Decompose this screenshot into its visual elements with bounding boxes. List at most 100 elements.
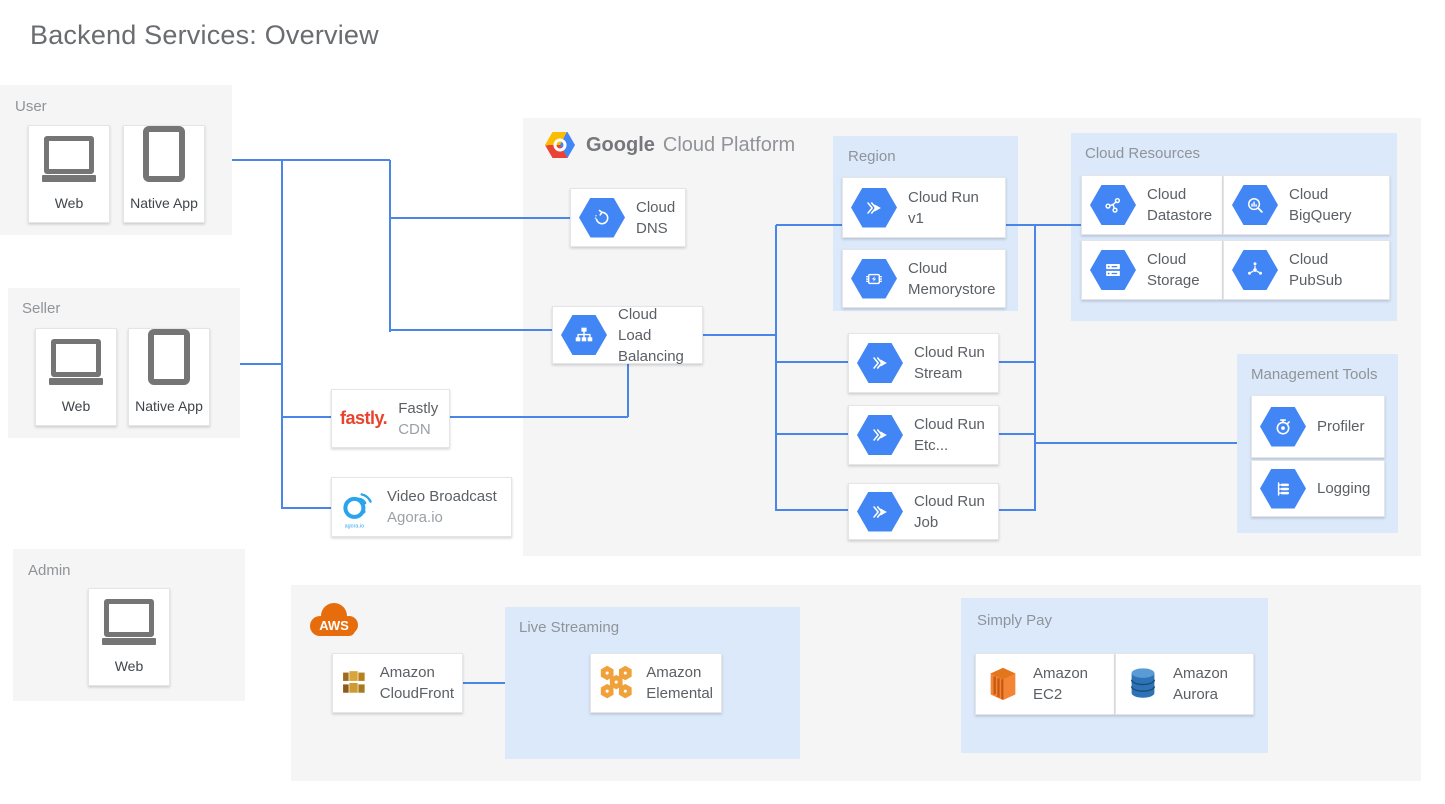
node-label-line1: Cloud bbox=[1147, 184, 1212, 205]
node-admin-web[interactable]: Web bbox=[88, 588, 170, 686]
node-cloud-load-balancing[interactable]: Cloud Load Balancing bbox=[552, 306, 703, 364]
svg-text:agora.io: agora.io bbox=[345, 524, 364, 530]
panel-seller-label: Seller bbox=[22, 300, 60, 317]
node-label-line1: Cloud Load bbox=[618, 304, 694, 346]
node-label-line2: EC2 bbox=[1033, 684, 1088, 705]
node-label: Native App bbox=[135, 398, 203, 414]
panel-region-label: Region bbox=[848, 148, 896, 165]
node-cloud-run-v1[interactable]: Cloud Run v1 bbox=[842, 177, 1006, 238]
node-cloud-pubsub[interactable]: Cloud PubSub bbox=[1223, 240, 1390, 300]
node-cloud-memorystore[interactable]: Cloud Memorystore bbox=[842, 249, 1006, 308]
amazon-aurora-icon bbox=[1124, 665, 1162, 703]
node-label-line1: Cloud Run bbox=[914, 491, 985, 512]
gcp-brand-light: Cloud Platform bbox=[663, 134, 795, 157]
gcp-brand: Google Cloud Platform bbox=[545, 132, 795, 158]
node-amazon-aurora[interactable]: Amazon Aurora bbox=[1115, 653, 1254, 715]
connector-run-left-vertical bbox=[775, 225, 777, 511]
connector-seller-junction bbox=[240, 363, 282, 365]
amazon-cloudfront-icon bbox=[341, 664, 369, 702]
node-amazon-cloudfront[interactable]: Amazon CloudFront bbox=[332, 653, 463, 713]
panel-seller: Seller Web Native App bbox=[8, 288, 240, 438]
node-label-line2: v1 bbox=[908, 208, 979, 229]
node-label-line2: Storage bbox=[1147, 270, 1200, 291]
gcp-brand-bold: Google bbox=[586, 134, 655, 157]
node-label-line1: Cloud bbox=[636, 197, 675, 218]
node-cloud-run-stream[interactable]: Cloud Run Stream bbox=[848, 333, 999, 393]
node-label-line2: CDN bbox=[398, 419, 438, 440]
node-seller-web[interactable]: Web bbox=[35, 328, 117, 426]
node-label-line1: Cloud Run bbox=[914, 414, 985, 435]
node-label-line2: DNS bbox=[636, 218, 675, 239]
gcp-logo-icon bbox=[545, 132, 575, 158]
panel-admin-label: Admin bbox=[28, 562, 71, 579]
node-amazon-ec2[interactable]: Amazon EC2 bbox=[975, 653, 1115, 715]
node-label-line2: Elemental bbox=[646, 683, 713, 704]
svg-text:AWS: AWS bbox=[319, 618, 349, 633]
node-cloud-bigquery[interactable]: Cloud BigQuery bbox=[1223, 175, 1390, 235]
node-label-line1: Amazon bbox=[646, 662, 713, 683]
panel-aws: AWS Amazon CloudFront Live Streaming bbox=[291, 585, 1421, 781]
amazon-elemental-icon bbox=[599, 664, 635, 702]
node-cloud-datastore[interactable]: Cloud Datastore bbox=[1081, 175, 1223, 235]
node-label-line1: Cloud bbox=[1289, 184, 1352, 205]
node-profiler[interactable]: Profiler bbox=[1251, 395, 1385, 458]
node-logging[interactable]: Logging bbox=[1251, 460, 1385, 517]
cloud-memorystore-icon bbox=[851, 259, 897, 299]
node-label-line1: Amazon bbox=[1033, 663, 1088, 684]
laptop-icon bbox=[42, 136, 96, 182]
node-label-line1: Cloud Run bbox=[908, 187, 979, 208]
aws-logo-icon: AWS bbox=[305, 597, 363, 641]
phone-icon bbox=[148, 329, 190, 385]
node-label-line2: Balancing bbox=[618, 346, 694, 367]
cloud-datastore-icon bbox=[1090, 185, 1136, 225]
node-label-line1: Cloud bbox=[908, 258, 996, 279]
node-label-line1: Amazon bbox=[1173, 663, 1228, 684]
laptop-icon bbox=[49, 339, 103, 385]
node-label-line1: Fastly bbox=[398, 398, 438, 419]
profiler-icon bbox=[1260, 407, 1306, 447]
node-agora-video-broadcast[interactable]: agora.io Video Broadcast Agora.io bbox=[331, 477, 512, 537]
node-label-line2: Agora.io bbox=[387, 507, 497, 528]
node-cloud-storage[interactable]: Cloud Storage bbox=[1081, 240, 1223, 300]
node-fastly-cdn[interactable]: fastly. Fastly CDN bbox=[331, 389, 450, 448]
node-cloud-run-etc[interactable]: Cloud Run Etc... bbox=[848, 405, 999, 465]
panel-cloud-resources-label: Cloud Resources bbox=[1085, 145, 1200, 162]
node-label-line2: Memorystore bbox=[908, 279, 996, 300]
cloud-run-icon bbox=[851, 188, 897, 228]
amazon-ec2-icon bbox=[984, 665, 1022, 703]
node-label-line1: Cloud Run bbox=[914, 342, 985, 363]
node-label-line2: Etc... bbox=[914, 435, 985, 456]
panel-management-tools-label: Management Tools bbox=[1251, 366, 1377, 383]
cloud-dns-icon bbox=[579, 198, 625, 238]
connector-gcp-branch-vertical bbox=[389, 160, 391, 332]
node-cloud-run-job[interactable]: Cloud Run Job bbox=[848, 483, 999, 540]
node-label: Native App bbox=[130, 195, 198, 211]
node-label: Profiler bbox=[1317, 416, 1365, 437]
node-user-native-app[interactable]: Native App bbox=[123, 125, 205, 223]
node-label: Web bbox=[55, 195, 84, 211]
node-amazon-elemental[interactable]: Amazon Elemental bbox=[590, 653, 722, 713]
connector-to-cloud-dns bbox=[390, 217, 570, 219]
node-label-line2: Stream bbox=[914, 363, 985, 384]
cloud-run-icon bbox=[857, 492, 903, 532]
connector-cloudfront-to-streaming bbox=[463, 682, 505, 684]
node-label-line1: Video Broadcast bbox=[387, 486, 497, 507]
node-seller-native-app[interactable]: Native App bbox=[128, 328, 210, 426]
node-label-line2: Job bbox=[914, 512, 985, 533]
agora-logo-icon: agora.io bbox=[340, 482, 376, 532]
connector-run-right-vertical bbox=[1034, 225, 1036, 511]
connector-to-load-balancing bbox=[390, 329, 552, 331]
cloud-bigquery-icon bbox=[1232, 185, 1278, 225]
connector-to-management bbox=[1035, 442, 1237, 444]
node-user-web[interactable]: Web bbox=[28, 125, 110, 223]
node-label-line1: Cloud bbox=[1147, 249, 1200, 270]
connector-to-agora bbox=[282, 507, 331, 509]
connector-clients-vertical bbox=[281, 160, 283, 509]
node-label-line2: Datastore bbox=[1147, 205, 1212, 226]
panel-live-streaming-label: Live Streaming bbox=[519, 619, 619, 636]
connector-lb-to-run bbox=[703, 334, 776, 336]
diagram-canvas: Backend Services: Overview User Web Nati… bbox=[0, 0, 1445, 804]
panel-admin: Admin Web bbox=[13, 549, 245, 701]
laptop-icon bbox=[102, 599, 156, 645]
node-cloud-dns[interactable]: Cloud DNS bbox=[570, 188, 686, 247]
